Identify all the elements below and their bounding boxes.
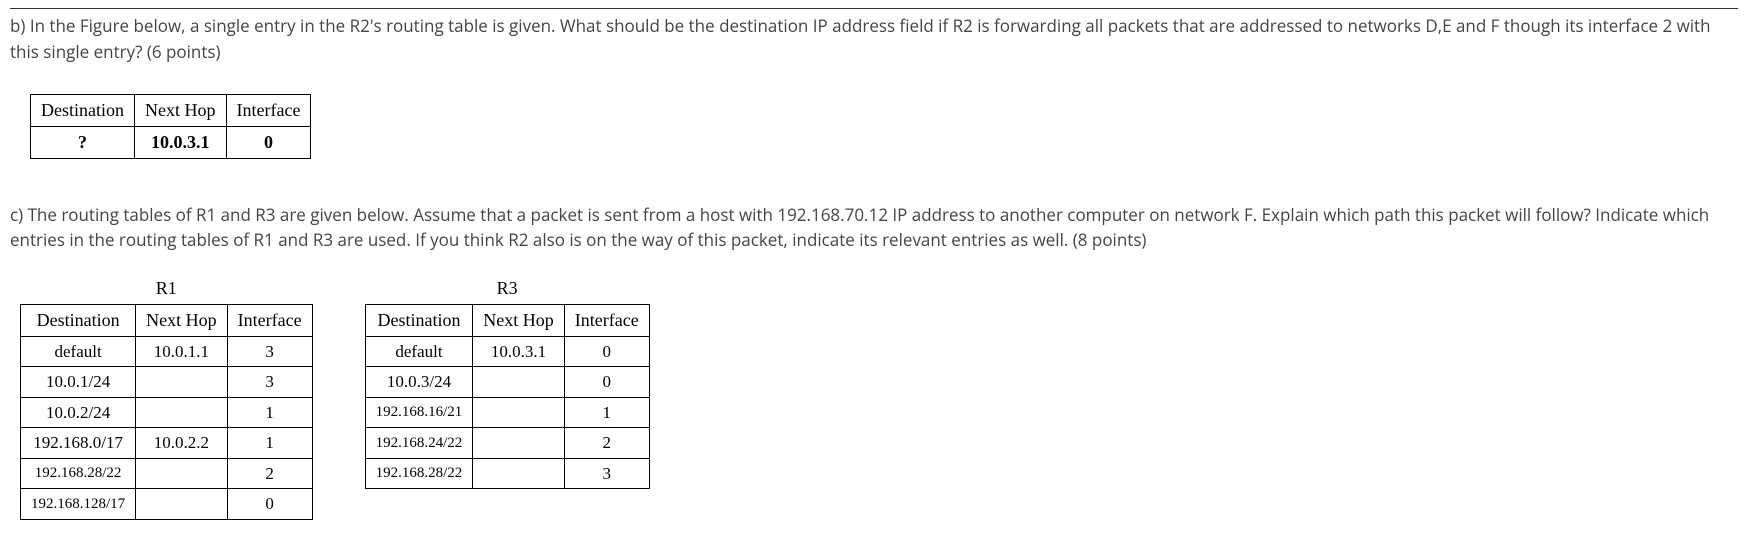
r1-iface: 2 [227, 458, 312, 489]
col-destination: Destination [31, 95, 135, 127]
r2-entry-table-wrap: Destination Next Hop Interface ? 10.0.3.… [22, 88, 319, 169]
table-row: 192.168.0/17 10.0.2.2 1 [21, 428, 313, 459]
r1-col-destination: Destination [21, 304, 136, 336]
r1-nexthop: 10.0.2.2 [136, 428, 228, 459]
r3-iface: 0 [564, 367, 649, 398]
r3-col-destination: Destination [365, 304, 473, 336]
col-nexthop: Next Hop [135, 95, 227, 127]
table-row: 192.168.16/21 1 [365, 397, 649, 428]
r3-dest: 192.168.16/21 [365, 397, 473, 428]
table-row: default 10.0.3.1 0 [365, 336, 649, 367]
r1-col-nexthop: Next Hop [136, 304, 228, 336]
table-row: 10.0.2/24 1 [21, 397, 313, 428]
r3-nexthop [473, 428, 565, 459]
r1-dest: default [21, 336, 136, 367]
r3-table: Destination Next Hop Interface default 1… [365, 304, 650, 490]
r1-table: Destination Next Hop Interface default 1… [20, 304, 313, 520]
r3-dest: 192.168.28/22 [365, 458, 473, 489]
cell-nexthop: 10.0.3.1 [135, 127, 227, 159]
question-b-text: b) In the Figure below, a single entry i… [10, 13, 1738, 64]
question-c-text: c) The routing tables of R1 and R3 are g… [10, 202, 1738, 253]
table-row: 10.0.3/24 0 [365, 367, 649, 398]
r1-nexthop [136, 397, 228, 428]
r3-dest: 192.168.24/22 [365, 428, 473, 459]
r3-nexthop [473, 397, 565, 428]
r1-iface: 0 [227, 489, 312, 520]
r1-col-interface: Interface [227, 304, 312, 336]
r3-caption: R3 [497, 275, 518, 302]
r3-dest: 10.0.3/24 [365, 367, 473, 398]
cell-dest-unknown: ? [31, 127, 135, 159]
table-row: 192.168.28/22 2 [21, 458, 313, 489]
r1-nexthop: 10.0.1.1 [136, 336, 228, 367]
r1-iface: 3 [227, 336, 312, 367]
r1-dest: 192.168.0/17 [21, 428, 136, 459]
table-row: default 10.0.1.1 3 [21, 336, 313, 367]
r3-nexthop [473, 458, 565, 489]
r1-caption: R1 [156, 275, 177, 302]
r3-nexthop: 10.0.3.1 [473, 336, 565, 367]
table-row: 192.168.24/22 2 [365, 428, 649, 459]
r1-nexthop [136, 458, 228, 489]
r1-dest: 192.168.28/22 [21, 458, 136, 489]
col-interface: Interface [226, 95, 311, 127]
r1-iface: 1 [227, 397, 312, 428]
r3-col-nexthop: Next Hop [473, 304, 565, 336]
table-row: 192.168.28/22 3 [365, 458, 649, 489]
r1-nexthop [136, 367, 228, 398]
r3-iface: 3 [564, 458, 649, 489]
r1-block: R1 Destination Next Hop Interface defaul… [14, 271, 319, 528]
table-row: 10.0.1/24 3 [21, 367, 313, 398]
table-row: ? 10.0.3.1 0 [31, 127, 311, 159]
r3-iface: 2 [564, 428, 649, 459]
r1-nexthop [136, 489, 228, 520]
r3-block: R3 Destination Next Hop Interface defaul… [359, 271, 656, 498]
r1-dest: 10.0.1/24 [21, 367, 136, 398]
r2-entry-table: Destination Next Hop Interface ? 10.0.3.… [30, 94, 311, 159]
r3-iface: 1 [564, 397, 649, 428]
r3-dest: default [365, 336, 473, 367]
r3-col-interface: Interface [564, 304, 649, 336]
table-row: 192.168.128/17 0 [21, 489, 313, 520]
r1-iface: 3 [227, 367, 312, 398]
r1-dest: 10.0.2/24 [21, 397, 136, 428]
r1-dest: 192.168.128/17 [21, 489, 136, 520]
routing-tables-row: R1 Destination Next Hop Interface defaul… [14, 271, 1738, 528]
r3-nexthop [473, 367, 565, 398]
r3-iface: 0 [564, 336, 649, 367]
r1-iface: 1 [227, 428, 312, 459]
cell-iface: 0 [226, 127, 311, 159]
